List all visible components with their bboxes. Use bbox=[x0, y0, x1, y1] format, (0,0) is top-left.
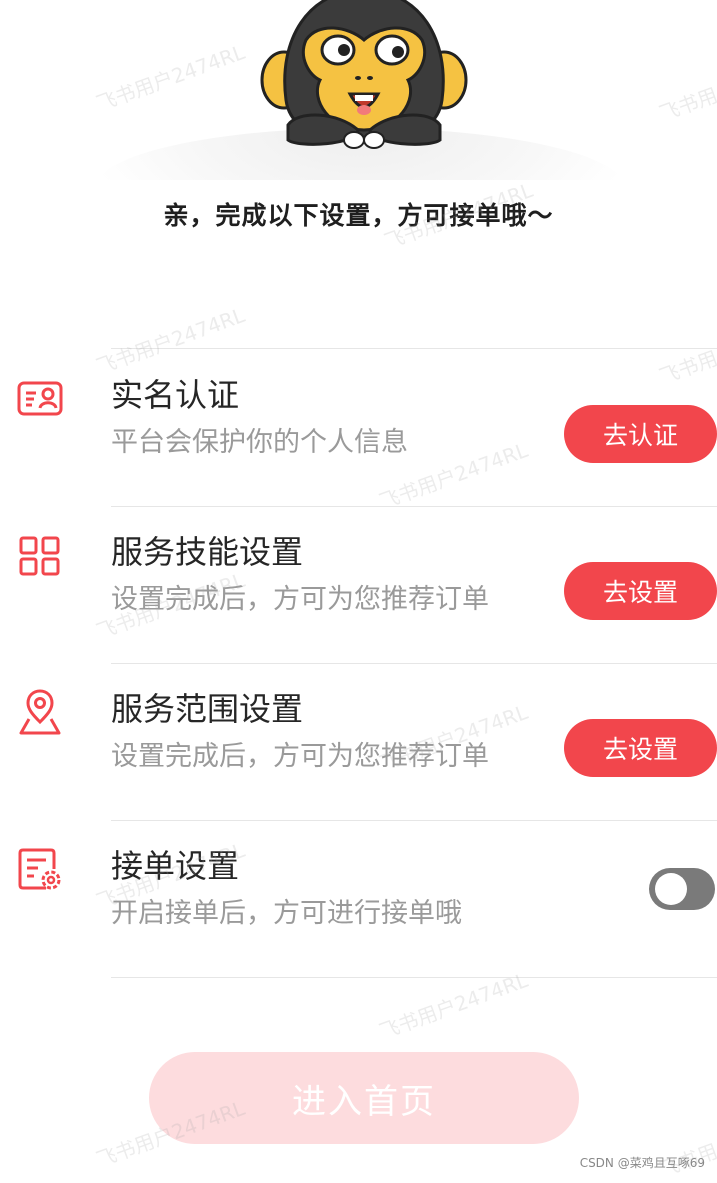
grid-icon bbox=[19, 536, 60, 576]
verify-button[interactable]: 去认证 bbox=[564, 405, 717, 463]
enter-home-button[interactable]: 进入首页 bbox=[149, 1052, 579, 1144]
setting-title: 服务技能设置 bbox=[111, 533, 304, 571]
setting-title: 服务范围设置 bbox=[111, 690, 304, 728]
divider bbox=[111, 977, 717, 978]
setting-row-order-settings: 接单设置 开启接单后，方可进行接单哦 bbox=[0, 821, 717, 978]
toggle-knob bbox=[655, 873, 687, 905]
setting-description: 平台会保护你的个人信息 bbox=[111, 427, 408, 458]
setting-row-service-area: 服务范围设置 设置完成后，方可为您推荐订单 去设置 bbox=[0, 664, 717, 821]
setting-description: 设置完成后，方可为您推荐订单 bbox=[111, 741, 489, 772]
divider bbox=[111, 348, 717, 349]
document-gear-icon bbox=[18, 848, 61, 890]
location-pin-icon bbox=[19, 689, 61, 735]
skills-setup-button[interactable]: 去设置 bbox=[564, 562, 717, 620]
id-card-icon bbox=[17, 381, 63, 416]
monkey-mascot-icon bbox=[260, 0, 468, 149]
setting-title: 接单设置 bbox=[111, 847, 240, 885]
setting-description: 设置完成后，方可为您推荐订单 bbox=[111, 584, 489, 615]
setting-description: 开启接单后，方可进行接单哦 bbox=[111, 898, 462, 929]
setting-title: 实名认证 bbox=[111, 376, 240, 414]
hero-banner bbox=[0, 0, 717, 180]
csdn-credit: CSDN @菜鸡且互啄69 bbox=[579, 1156, 705, 1170]
order-accept-toggle[interactable] bbox=[649, 868, 715, 910]
area-setup-button[interactable]: 去设置 bbox=[564, 719, 717, 777]
setting-row-service-skills: 服务技能设置 设置完成后，方可为您推荐订单 去设置 bbox=[0, 507, 717, 664]
setting-row-real-name: 实名认证 平台会保护你的个人信息 去认证 bbox=[0, 350, 717, 507]
page-headline: 亲，完成以下设置，方可接单哦～ bbox=[163, 201, 554, 230]
